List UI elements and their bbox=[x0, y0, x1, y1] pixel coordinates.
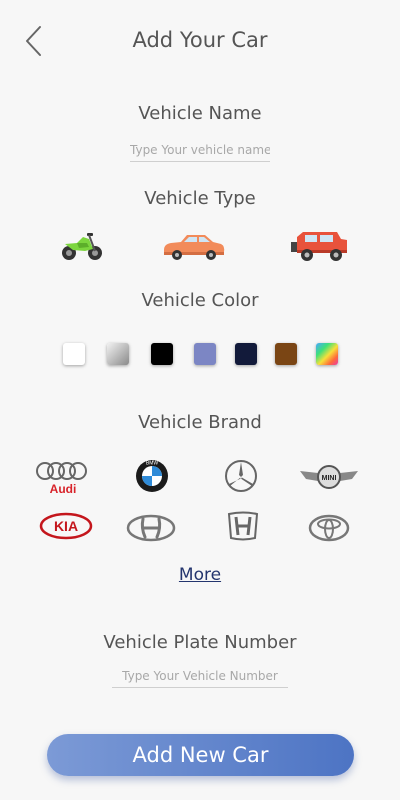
add-new-car-button[interactable]: Add New Car bbox=[47, 734, 354, 776]
color-swatch-multicolor[interactable] bbox=[316, 343, 338, 365]
audi-logo-icon: Audi bbox=[36, 462, 87, 496]
bmw-logo-text: BMW bbox=[146, 461, 159, 467]
brand-toyota[interactable] bbox=[297, 506, 361, 550]
suv-icon bbox=[291, 232, 347, 261]
honda-logo-icon bbox=[227, 511, 259, 541]
brand-mercedes-benz[interactable] bbox=[209, 454, 273, 498]
color-swatch-brown[interactable] bbox=[275, 343, 297, 365]
brand-hyundai[interactable] bbox=[119, 506, 183, 550]
vehicle-type-label: Vehicle Type bbox=[144, 188, 256, 209]
brand-honda[interactable] bbox=[211, 504, 275, 548]
vehicle-color-label: Vehicle Color bbox=[141, 290, 259, 311]
kia-logo-icon: KIA bbox=[39, 512, 93, 540]
vehicle-type-sedan[interactable] bbox=[160, 226, 228, 266]
mercedes-logo-icon bbox=[225, 460, 257, 492]
motorbike-icon bbox=[62, 233, 102, 260]
bmw-logo-icon: BMW bbox=[136, 460, 168, 492]
color-swatch-lavender[interactable] bbox=[194, 343, 216, 365]
page-title: Add Your Car bbox=[132, 28, 268, 52]
sedan-car-icon bbox=[164, 235, 225, 260]
plate-number-label: Vehicle Plate Number bbox=[103, 632, 297, 653]
vehicle-brand-label: Vehicle Brand bbox=[138, 412, 262, 433]
mini-logo-icon: MINI bbox=[300, 465, 358, 489]
more-brands-link[interactable]: More bbox=[0, 565, 400, 585]
hyundai-logo-icon bbox=[126, 514, 176, 542]
kia-logo-text: KIA bbox=[54, 518, 78, 534]
color-swatch-black[interactable] bbox=[151, 343, 173, 365]
color-swatch-list bbox=[63, 343, 339, 365]
vehicle-type-motorcycle[interactable] bbox=[58, 226, 106, 266]
header: Add Your Car bbox=[0, 0, 400, 80]
audi-logo-text: Audi bbox=[50, 482, 77, 496]
color-swatch-navy[interactable] bbox=[235, 343, 257, 365]
toyota-logo-icon bbox=[308, 514, 350, 542]
color-swatch-white[interactable] bbox=[63, 343, 85, 365]
brand-audi[interactable]: Audi bbox=[31, 455, 95, 499]
brand-mini[interactable]: MINI bbox=[297, 455, 361, 499]
color-swatch-silver[interactable] bbox=[107, 343, 129, 365]
plate-number-input[interactable] bbox=[112, 667, 288, 688]
mini-logo-text: MINI bbox=[322, 475, 337, 482]
vehicle-type-suv[interactable] bbox=[288, 226, 352, 266]
vehicle-name-label: Vehicle Name bbox=[138, 103, 262, 124]
brand-kia[interactable]: KIA bbox=[34, 504, 98, 548]
vehicle-name-input[interactable] bbox=[130, 141, 270, 162]
brand-bmw[interactable]: BMW bbox=[120, 454, 184, 498]
